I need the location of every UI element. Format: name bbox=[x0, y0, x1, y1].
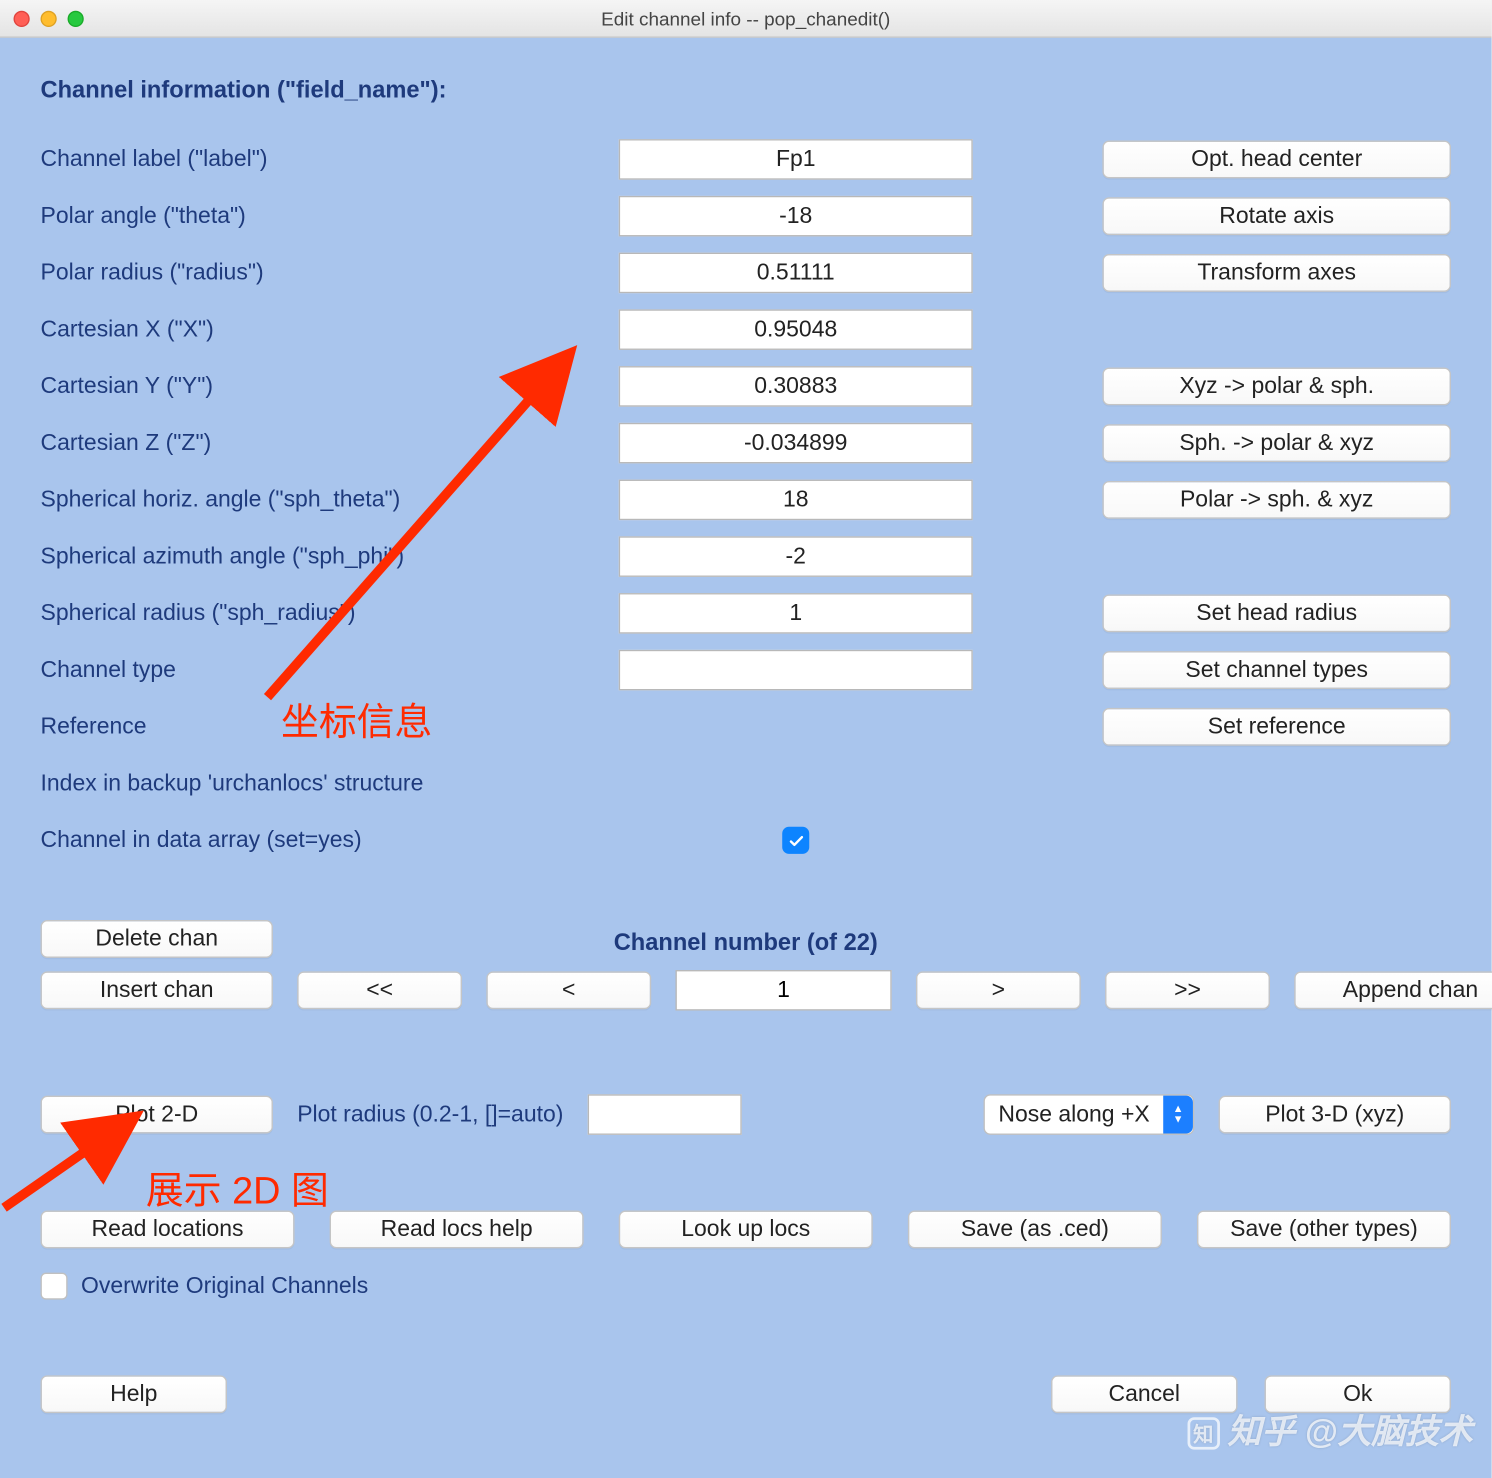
opt-head-center-button[interactable]: Opt. head center bbox=[1102, 141, 1451, 179]
field-label: Polar radius ("radius") bbox=[41, 259, 619, 286]
ok-button[interactable]: Ok bbox=[1265, 1375, 1451, 1413]
set-channel-types-button[interactable]: Set channel types bbox=[1102, 651, 1451, 689]
channel-in-data-label: Channel in data array (set=yes) bbox=[41, 827, 619, 854]
titlebar: Edit channel info -- pop_chanedit() bbox=[0, 0, 1492, 38]
field-label: Spherical horiz. angle ("sph_theta") bbox=[41, 486, 619, 513]
overwrite-label: Overwrite Original Channels bbox=[81, 1273, 368, 1300]
nose-along-select[interactable]: Nose along +X ▲▼ bbox=[984, 1094, 1195, 1135]
help-button[interactable]: Help bbox=[41, 1375, 227, 1413]
channel-type-input[interactable] bbox=[619, 650, 973, 691]
window-title: Edit channel info -- pop_chanedit() bbox=[0, 7, 1492, 29]
sph-radius-input[interactable] bbox=[619, 593, 973, 634]
rotate-axis-button[interactable]: Rotate axis bbox=[1102, 197, 1451, 235]
set-head-radius-button[interactable]: Set head radius bbox=[1102, 594, 1451, 632]
last-chan-button[interactable]: >> bbox=[1105, 971, 1270, 1009]
plot-radius-input[interactable] bbox=[588, 1094, 742, 1135]
next-chan-button[interactable]: > bbox=[916, 971, 1081, 1009]
field-label: Cartesian Z ("Z") bbox=[41, 430, 619, 457]
locations-row: Read locations Read locs help Look up lo… bbox=[41, 1210, 1451, 1248]
cartesian-x-input[interactable] bbox=[619, 309, 973, 350]
first-chan-button[interactable]: << bbox=[297, 971, 462, 1009]
read-locs-help-button[interactable]: Read locs help bbox=[330, 1210, 584, 1248]
save-ced-button[interactable]: Save (as .ced) bbox=[908, 1210, 1162, 1248]
polar-radius-input[interactable] bbox=[619, 253, 973, 294]
prev-chan-button[interactable]: < bbox=[486, 971, 651, 1009]
overwrite-checkbox[interactable] bbox=[41, 1273, 68, 1300]
annotation-show-2d: 展示 2D 图 bbox=[146, 1162, 329, 1216]
zhihu-icon: 知 bbox=[1187, 1418, 1219, 1450]
delete-chan-button[interactable]: Delete chan bbox=[41, 920, 273, 958]
field-label: Channel label ("label") bbox=[41, 146, 619, 173]
transform-axes-button[interactable]: Transform axes bbox=[1102, 254, 1451, 292]
index-backup-label: Index in backup 'urchanlocs' structure bbox=[41, 770, 619, 797]
field-label: Cartesian Y ("Y") bbox=[41, 373, 619, 400]
section-heading: Channel information ("field_name"): bbox=[41, 76, 1451, 104]
channel-nav-section: Delete chan Channel number (of 22) Inser… bbox=[41, 928, 1451, 1010]
channel-in-data-checkbox[interactable] bbox=[782, 827, 809, 854]
save-other-types-button[interactable]: Save (other types) bbox=[1197, 1210, 1451, 1248]
nose-along-value: Nose along +X bbox=[998, 1101, 1163, 1128]
field-label: Cartesian X ("X") bbox=[41, 316, 619, 343]
polar-angle-input[interactable] bbox=[619, 196, 973, 237]
reference-label: Reference bbox=[41, 713, 619, 740]
cartesian-z-input[interactable] bbox=[619, 423, 973, 464]
overwrite-row: Overwrite Original Channels bbox=[41, 1273, 1451, 1300]
append-chan-button[interactable]: Append chan bbox=[1294, 971, 1492, 1009]
set-reference-button[interactable]: Set reference bbox=[1102, 708, 1451, 746]
dialog-content: Channel information ("field_name"): Chan… bbox=[0, 38, 1492, 1478]
plot-radius-label: Plot radius (0.2-1, []=auto) bbox=[297, 1101, 563, 1128]
bottom-row: Help Cancel Ok bbox=[41, 1375, 1451, 1413]
insert-chan-button[interactable]: Insert chan bbox=[41, 971, 273, 1009]
field-label: Spherical azimuth angle ("sph_phi") bbox=[41, 543, 619, 570]
sph-polar-xyz-button[interactable]: Sph. -> polar & xyz bbox=[1102, 424, 1451, 462]
cancel-button[interactable]: Cancel bbox=[1051, 1375, 1237, 1413]
look-up-locs-button[interactable]: Look up locs bbox=[619, 1210, 873, 1248]
sph-phi-input[interactable] bbox=[619, 536, 973, 577]
plot-row: Plot 2-D Plot radius (0.2-1, []=auto) No… bbox=[41, 1094, 1451, 1135]
polar-sph-xyz-button[interactable]: Polar -> sph. & xyz bbox=[1102, 481, 1451, 519]
cartesian-y-input[interactable] bbox=[619, 366, 973, 407]
plot-3d-button[interactable]: Plot 3-D (xyz) bbox=[1219, 1096, 1451, 1134]
field-label: Channel type bbox=[41, 657, 619, 684]
channel-number-input[interactable] bbox=[676, 970, 892, 1011]
field-label: Polar angle ("theta") bbox=[41, 203, 619, 230]
check-icon bbox=[787, 832, 805, 850]
sph-theta-input[interactable] bbox=[619, 480, 973, 521]
field-label: Spherical radius ("sph_radius") bbox=[41, 600, 619, 627]
xyz-polar-sph-button[interactable]: Xyz -> polar & sph. bbox=[1102, 367, 1451, 405]
plot-2d-button[interactable]: Plot 2-D bbox=[41, 1096, 273, 1134]
read-locations-button[interactable]: Read locations bbox=[41, 1210, 295, 1248]
channel-label-input[interactable] bbox=[619, 139, 973, 180]
select-arrows-icon: ▲▼ bbox=[1163, 1096, 1193, 1134]
